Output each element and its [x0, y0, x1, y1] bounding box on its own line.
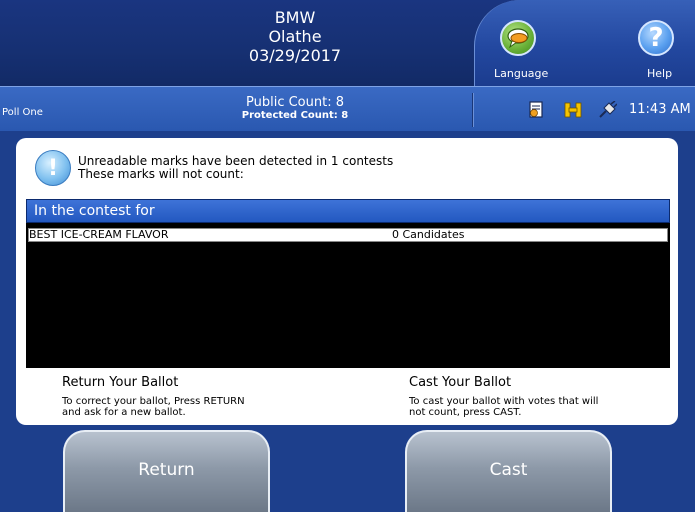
language-label[interactable]: Language [494, 67, 548, 80]
exclamation-icon: ! [35, 150, 71, 186]
help-label[interactable]: Help [647, 67, 672, 80]
speech-bubble-icon [507, 28, 529, 49]
return-instructions-line-1: To correct your ballot, Press RETURN [62, 396, 245, 407]
document-icon [529, 101, 543, 118]
election-date: 03/29/2017 [248, 46, 342, 65]
status-bar: Poll One Public Count: 8 Protected Count… [0, 86, 695, 131]
status-divider [472, 93, 474, 127]
contest-list [26, 199, 670, 368]
cast-instructions-line-1: To cast your ballot with votes that will [409, 396, 599, 407]
machine-status-icon [564, 102, 582, 118]
public-count: Public Count: 8 [246, 95, 344, 110]
contest-list-header: In the contest for [26, 199, 670, 223]
help-button[interactable]: ? [638, 20, 674, 56]
warning-message: Unreadable marks have been detected in 1… [78, 155, 393, 181]
cast-instructions-text: To cast your ballot with votes that will… [409, 396, 598, 418]
return-button-label: Return [138, 460, 195, 480]
cast-instructions-title: Cast Your Ballot [409, 375, 512, 390]
contest-row[interactable]: BEST ICE-CREAM FLAVOR 0 Candidates [28, 228, 668, 242]
election-location: Olathe [268, 27, 322, 46]
language-button[interactable] [500, 20, 536, 56]
cast-button-label: Cast [489, 460, 528, 480]
cast-button[interactable]: Cast [405, 430, 612, 512]
election-name: BMW [274, 8, 316, 27]
election-info: BMW Olathe 03/29/2017 [180, 8, 410, 65]
contest-candidate-count: 0 Candidates [392, 228, 465, 241]
return-instructions-line-2: and ask for a new ballot. [62, 407, 186, 418]
poll-name: Poll One [2, 107, 43, 118]
warning-line-2: These marks will not count: [78, 167, 244, 181]
ballot-counts: Public Count: 8 Protected Count: 8 [225, 95, 365, 122]
return-instructions-text: To correct your ballot, Press RETURN and… [62, 396, 245, 418]
clock-time: 11:43 AM [629, 102, 691, 117]
protected-count: Protected Count: 8 [241, 110, 349, 121]
return-instructions-title: Return Your Ballot [62, 375, 179, 390]
question-mark-icon: ? [648, 23, 664, 53]
cast-instructions-line-2: not count, press CAST. [409, 407, 522, 418]
return-button[interactable]: Return [63, 430, 270, 512]
contest-name: BEST ICE-CREAM FLAVOR [29, 228, 169, 241]
power-plug-icon [599, 101, 617, 118]
